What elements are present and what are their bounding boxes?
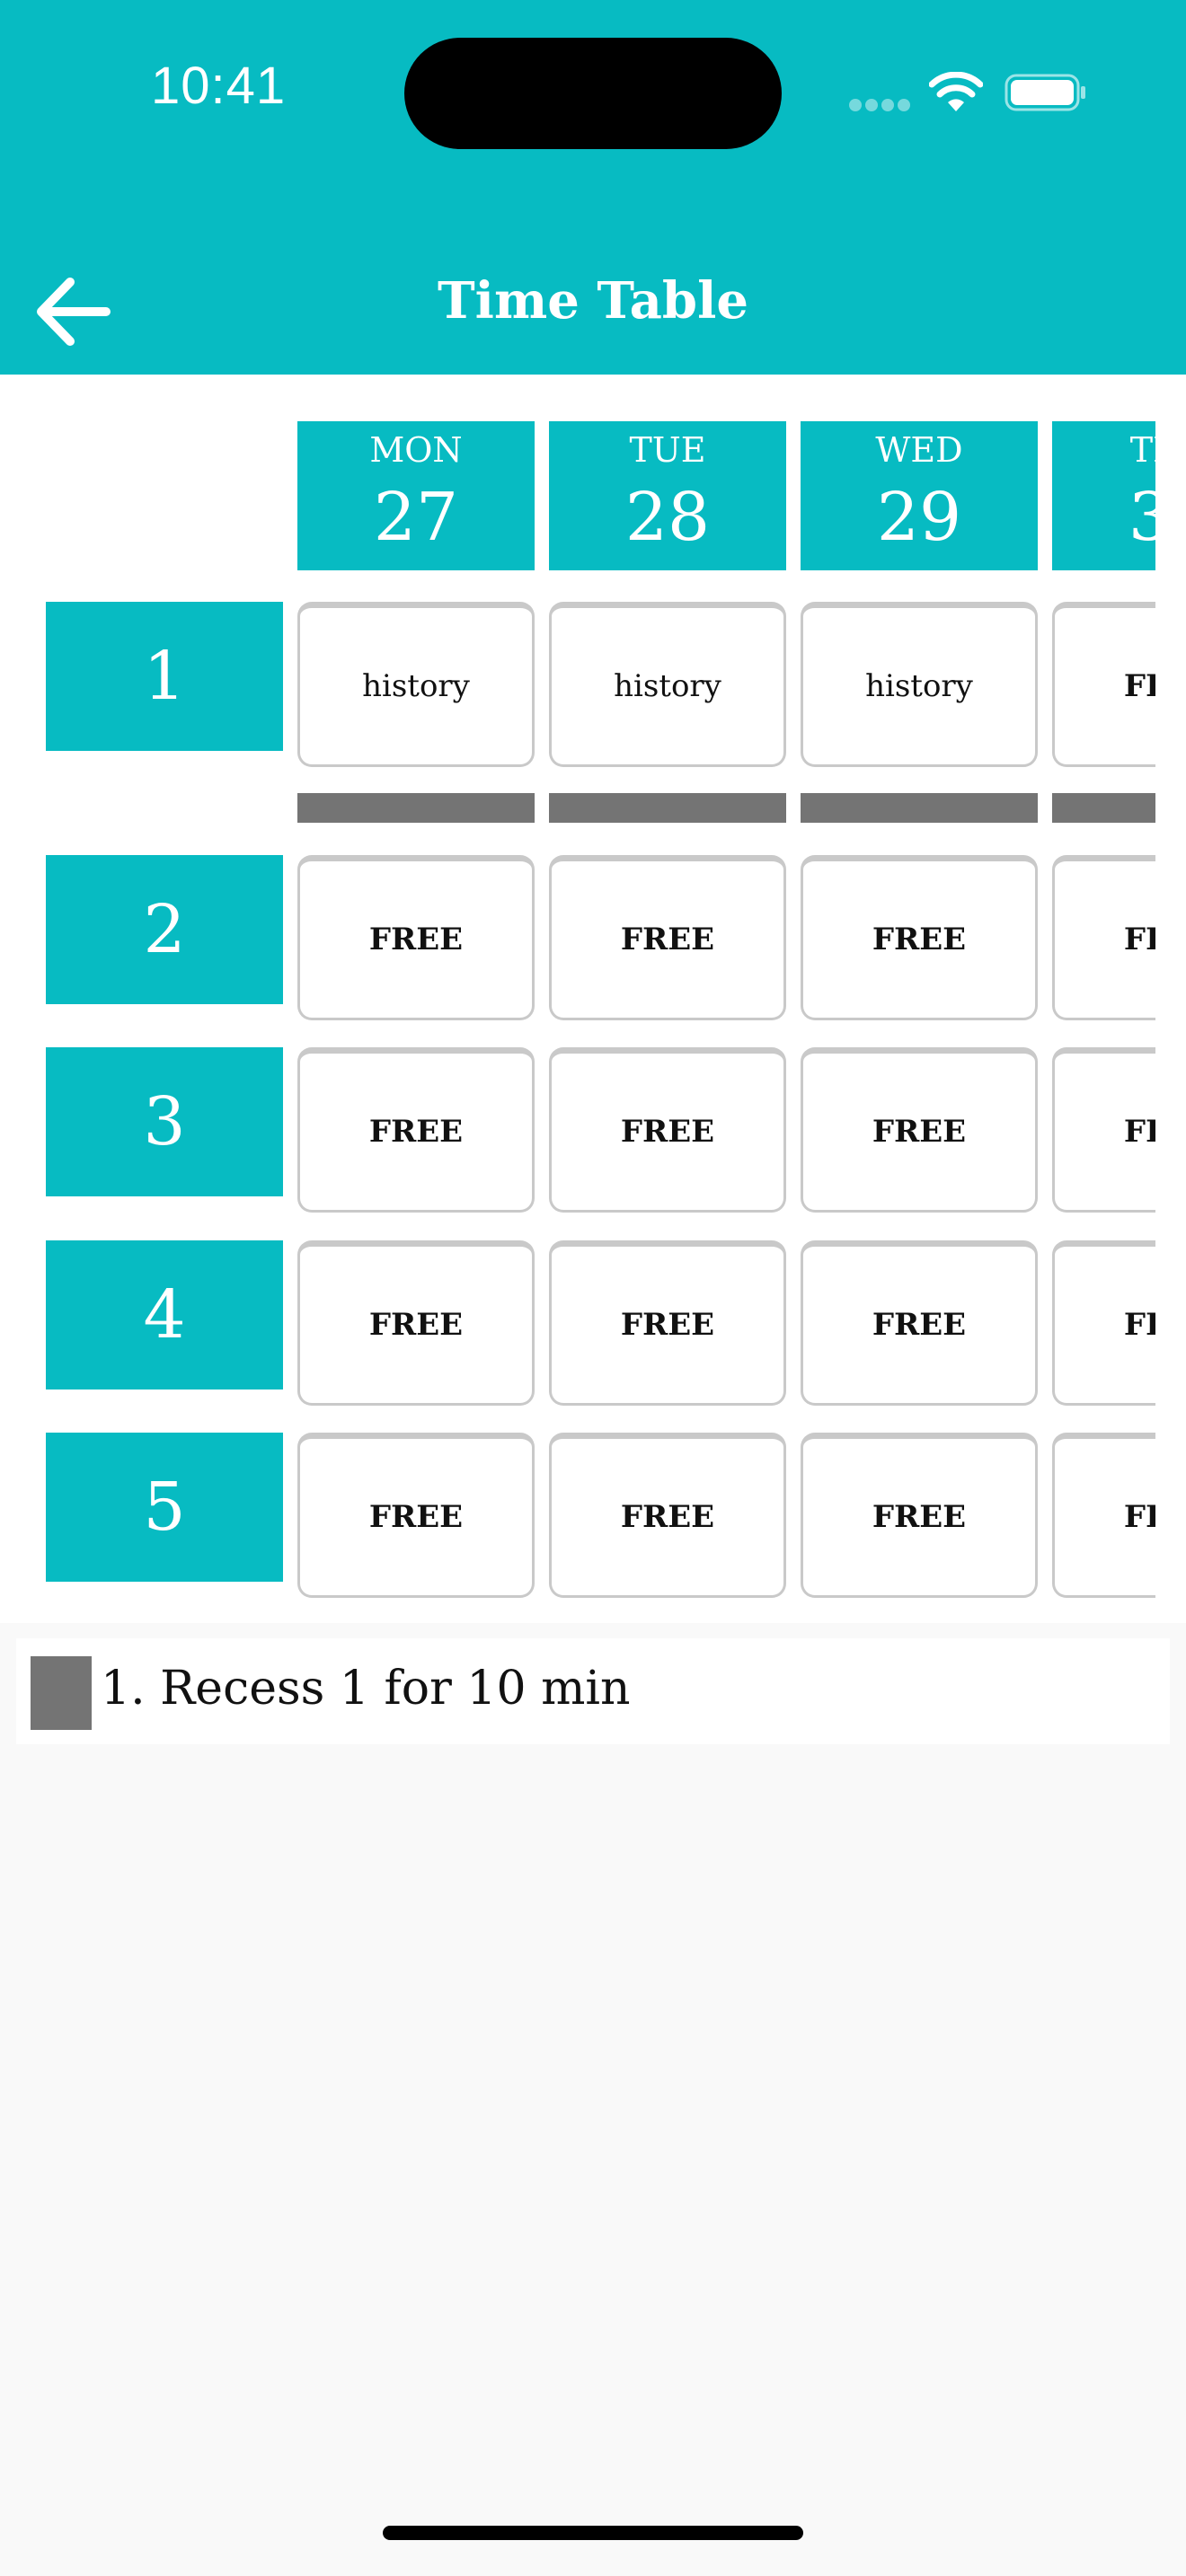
status-time: 10:41: [151, 57, 287, 115]
period-label-5: 5: [46, 1433, 283, 1582]
day-date: 30: [1128, 479, 1155, 556]
period-label-4: 4: [46, 1240, 283, 1389]
period-cell[interactable]: FREE: [801, 1433, 1038, 1598]
period-cell[interactable]: FREE: [549, 1240, 786, 1406]
period-cell[interactable]: FREE: [1052, 1433, 1155, 1598]
period-cell[interactable]: FREE: [1052, 1047, 1155, 1213]
day-header-mon: MON 27: [297, 421, 535, 570]
period-cell[interactable]: FREE: [297, 855, 535, 1020]
day-header-thu: THU 30: [1052, 421, 1155, 570]
period-cell[interactable]: FREE: [1052, 602, 1155, 767]
recess-bar: [801, 793, 1038, 823]
period-cell[interactable]: FREE: [297, 1240, 535, 1406]
day-date: 28: [624, 479, 711, 556]
period-cell[interactable]: FREE: [549, 855, 786, 1020]
day-header-tue: TUE 28: [549, 421, 786, 570]
period-cell[interactable]: FREE: [297, 1047, 535, 1213]
recess-swatch: [31, 1656, 92, 1730]
cellular-signal-icon: [849, 99, 910, 111]
home-indicator[interactable]: [383, 2526, 803, 2540]
recess-legend-text: 1. Recess 1 for 10 min: [101, 1662, 631, 1716]
period-cell[interactable]: FREE: [801, 1047, 1038, 1213]
day-name: WED: [875, 430, 963, 470]
day-header-wed: WED 29: [801, 421, 1038, 570]
recess-bar: [549, 793, 786, 823]
timetable-scroll-area[interactable]: MON 27 TUE 28 WED 29 THU 30 1 history hi…: [0, 375, 1155, 1623]
period-cell[interactable]: FREE: [1052, 855, 1155, 1020]
day-date: 29: [876, 479, 962, 556]
period-cell[interactable]: FREE: [549, 1433, 786, 1598]
app-header: 10:41 Time Table: [0, 0, 1186, 375]
recess-legend: 1. Recess 1 for 10 min: [16, 1638, 1170, 1744]
period-label-1: 1: [46, 602, 283, 751]
period-cell[interactable]: history: [801, 602, 1038, 767]
day-name: THU: [1129, 430, 1155, 470]
period-label-3: 3: [46, 1047, 283, 1196]
period-cell[interactable]: FREE: [801, 855, 1038, 1020]
period-cell[interactable]: FREE: [801, 1240, 1038, 1406]
period-cell[interactable]: FREE: [1052, 1240, 1155, 1406]
timetable-grid: MON 27 TUE 28 WED 29 THU 30 1 history hi…: [0, 375, 1186, 1623]
recess-bar: [1052, 793, 1155, 823]
period-cell[interactable]: history: [549, 602, 786, 767]
period-cell[interactable]: history: [297, 602, 535, 767]
period-label-2: 2: [46, 855, 283, 1004]
day-name: MON: [369, 430, 463, 470]
period-cell[interactable]: FREE: [297, 1433, 535, 1598]
dynamic-island: [404, 38, 782, 149]
recess-bar: [297, 793, 535, 823]
battery-icon: [1005, 74, 1085, 111]
page-title: Time Table: [438, 271, 748, 331]
wifi-icon: [929, 72, 983, 111]
period-cell[interactable]: FREE: [549, 1047, 786, 1213]
day-date: 27: [373, 479, 459, 556]
day-name: TUE: [629, 430, 706, 470]
